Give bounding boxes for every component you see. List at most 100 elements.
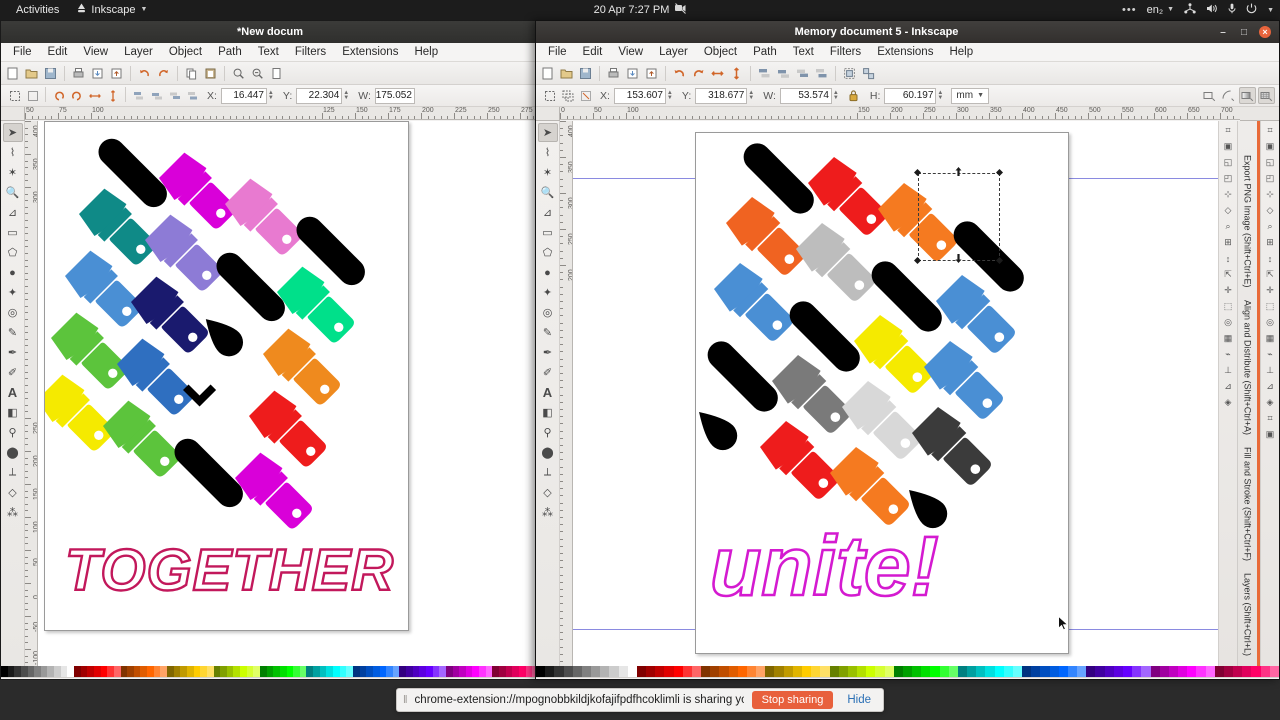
palette-swatch[interactable] — [1040, 666, 1050, 677]
group-icon[interactable] — [841, 65, 858, 82]
palette-swatch[interactable] — [1058, 666, 1068, 677]
palette-swatch[interactable] — [525, 666, 533, 677]
power-icon[interactable] — [1246, 3, 1257, 17]
star-tool[interactable]: ✦ — [3, 283, 23, 302]
spray-tool[interactable]: ⁂ — [538, 503, 558, 522]
palette-swatch[interactable] — [412, 666, 420, 677]
palette-swatch[interactable] — [857, 666, 867, 677]
palette-swatch[interactable] — [465, 666, 473, 677]
open-document-icon[interactable] — [558, 65, 575, 82]
palette-swatch[interactable] — [1104, 666, 1114, 677]
affect-stroke-width-icon[interactable] — [1201, 87, 1218, 104]
bezier-tool[interactable]: ✒ — [3, 343, 23, 362]
deselect-icon[interactable] — [577, 87, 594, 104]
palette-swatch[interactable] — [1049, 666, 1059, 677]
palette-swatch[interactable] — [646, 666, 656, 677]
palette-swatch[interactable] — [479, 666, 486, 677]
pencil-tool[interactable]: ✎ — [538, 323, 558, 342]
palette-swatch[interactable] — [1, 666, 8, 677]
palette-swatch[interactable] — [233, 666, 241, 677]
vertical-ruler[interactable]: 400350300250200150100500-50-100 — [25, 121, 38, 666]
window2-menubar[interactable]: File Edit View Layer Object Path Text Fi… — [536, 43, 1279, 62]
headline-together[interactable]: TOGETHER — [64, 537, 395, 607]
node-tool[interactable]: ⌇ — [3, 143, 23, 162]
stop-sharing-button[interactable]: Stop sharing — [751, 691, 834, 709]
palette-swatch[interactable] — [627, 666, 637, 677]
palette-swatch[interactable] — [609, 666, 619, 677]
snap-option-icon[interactable]: ▣ — [1262, 427, 1278, 442]
palette-swatch[interactable] — [439, 666, 446, 677]
zoom-tool[interactable]: 🔍 — [538, 183, 558, 202]
palette-swatch[interactable] — [74, 666, 81, 677]
palette-swatch[interactable] — [792, 666, 802, 677]
select-all-layers-icon[interactable] — [559, 87, 576, 104]
palette-swatch[interactable] — [655, 666, 665, 677]
palette-swatch[interactable] — [293, 666, 300, 677]
undo-icon[interactable] — [671, 65, 688, 82]
node-tool[interactable]: ⌇ — [538, 143, 558, 162]
snap-option-icon[interactable]: ⊞ — [1262, 235, 1278, 250]
menu-layer[interactable]: Layer — [116, 43, 161, 62]
text-tool[interactable]: A — [538, 383, 558, 402]
snap-option-icon[interactable]: ↕ — [1220, 251, 1236, 266]
palette-swatch[interactable] — [485, 666, 493, 677]
palette-swatch[interactable] — [286, 666, 294, 677]
palette-swatch[interactable] — [113, 666, 121, 677]
palette-swatch[interactable] — [27, 666, 35, 677]
snap-option-icon[interactable]: ⌕ — [1262, 219, 1278, 234]
snap-option-icon[interactable]: ▦ — [1262, 331, 1278, 346]
snap-option-icon[interactable]: ⊞ — [1220, 235, 1236, 250]
palette-swatch[interactable] — [499, 666, 506, 677]
y-input[interactable]: 22.304 — [296, 87, 343, 104]
palette-swatch[interactable] — [994, 666, 1004, 677]
spiral-tool[interactable]: ◎ — [3, 303, 23, 322]
palette-swatch[interactable] — [1113, 666, 1123, 677]
palette-swatch[interactable] — [728, 666, 738, 677]
palette-swatch[interactable] — [359, 666, 367, 677]
select-all-icon[interactable] — [6, 87, 23, 104]
palette-swatch[interactable] — [333, 666, 340, 677]
palette-swatch[interactable] — [200, 666, 207, 677]
ink-stroke-shape[interactable] — [211, 247, 290, 326]
selector-tool[interactable]: ➤ — [2, 123, 23, 142]
snap-option-icon[interactable]: ⇱ — [1262, 267, 1278, 282]
rectangle-tool[interactable]: ▭ — [3, 223, 23, 242]
affect-patterns-icon[interactable] — [1258, 87, 1275, 104]
lock-ratio-icon[interactable] — [845, 87, 862, 104]
ink-stroke-shape[interactable] — [696, 402, 743, 456]
palette-swatch[interactable] — [1150, 666, 1160, 677]
tweak-tool[interactable]: ✶ — [538, 163, 558, 182]
menu-text[interactable]: Text — [250, 43, 287, 62]
menu-edit[interactable]: Edit — [40, 43, 76, 62]
snap-option-icon[interactable]: ▦ — [1220, 331, 1236, 346]
palette-swatch[interactable] — [691, 666, 702, 677]
palette-swatch[interactable] — [801, 666, 812, 677]
palette-swatch[interactable] — [173, 666, 181, 677]
palette-swatch[interactable] — [783, 666, 793, 677]
deselect-icon[interactable] — [24, 87, 41, 104]
menu-help[interactable]: Help — [406, 43, 446, 62]
palette-swatch[interactable] — [746, 666, 757, 677]
palette-swatch[interactable] — [127, 666, 134, 677]
snap-option-icon[interactable]: ⬚ — [1262, 299, 1278, 314]
h-stepper[interactable]: ▲ ▼ — [937, 90, 946, 101]
window1-statusbar[interactable]: Fill: N/A Stroke: N/A O: 0 ▲▼ text ▼ No … — [1, 677, 539, 679]
menu-text[interactable]: Text — [785, 43, 822, 62]
menu-view[interactable]: View — [75, 43, 116, 62]
select-all-icon[interactable] — [541, 87, 558, 104]
palette-swatch[interactable] — [1269, 666, 1279, 677]
menu-edit[interactable]: Edit — [575, 43, 611, 62]
scale-handle-nw[interactable] — [914, 169, 921, 176]
menu-help[interactable]: Help — [941, 43, 981, 62]
palette-swatch[interactable] — [445, 666, 453, 677]
raise-to-top-icon[interactable] — [756, 65, 773, 82]
palette-swatch[interactable] — [838, 666, 848, 677]
screen-share-notification[interactable]: ‖ chrome-extension://mpognobbkildjkofaji… — [396, 688, 884, 712]
connector-tool[interactable]: ⟂ — [538, 463, 558, 482]
lower-icon[interactable] — [166, 87, 183, 104]
palette-swatch[interactable] — [14, 666, 21, 677]
hide-button[interactable]: Hide — [841, 694, 877, 706]
rectangle-tool[interactable]: ▭ — [538, 223, 558, 242]
palette-swatch[interactable] — [985, 666, 995, 677]
palette-swatch[interactable] — [572, 666, 582, 677]
